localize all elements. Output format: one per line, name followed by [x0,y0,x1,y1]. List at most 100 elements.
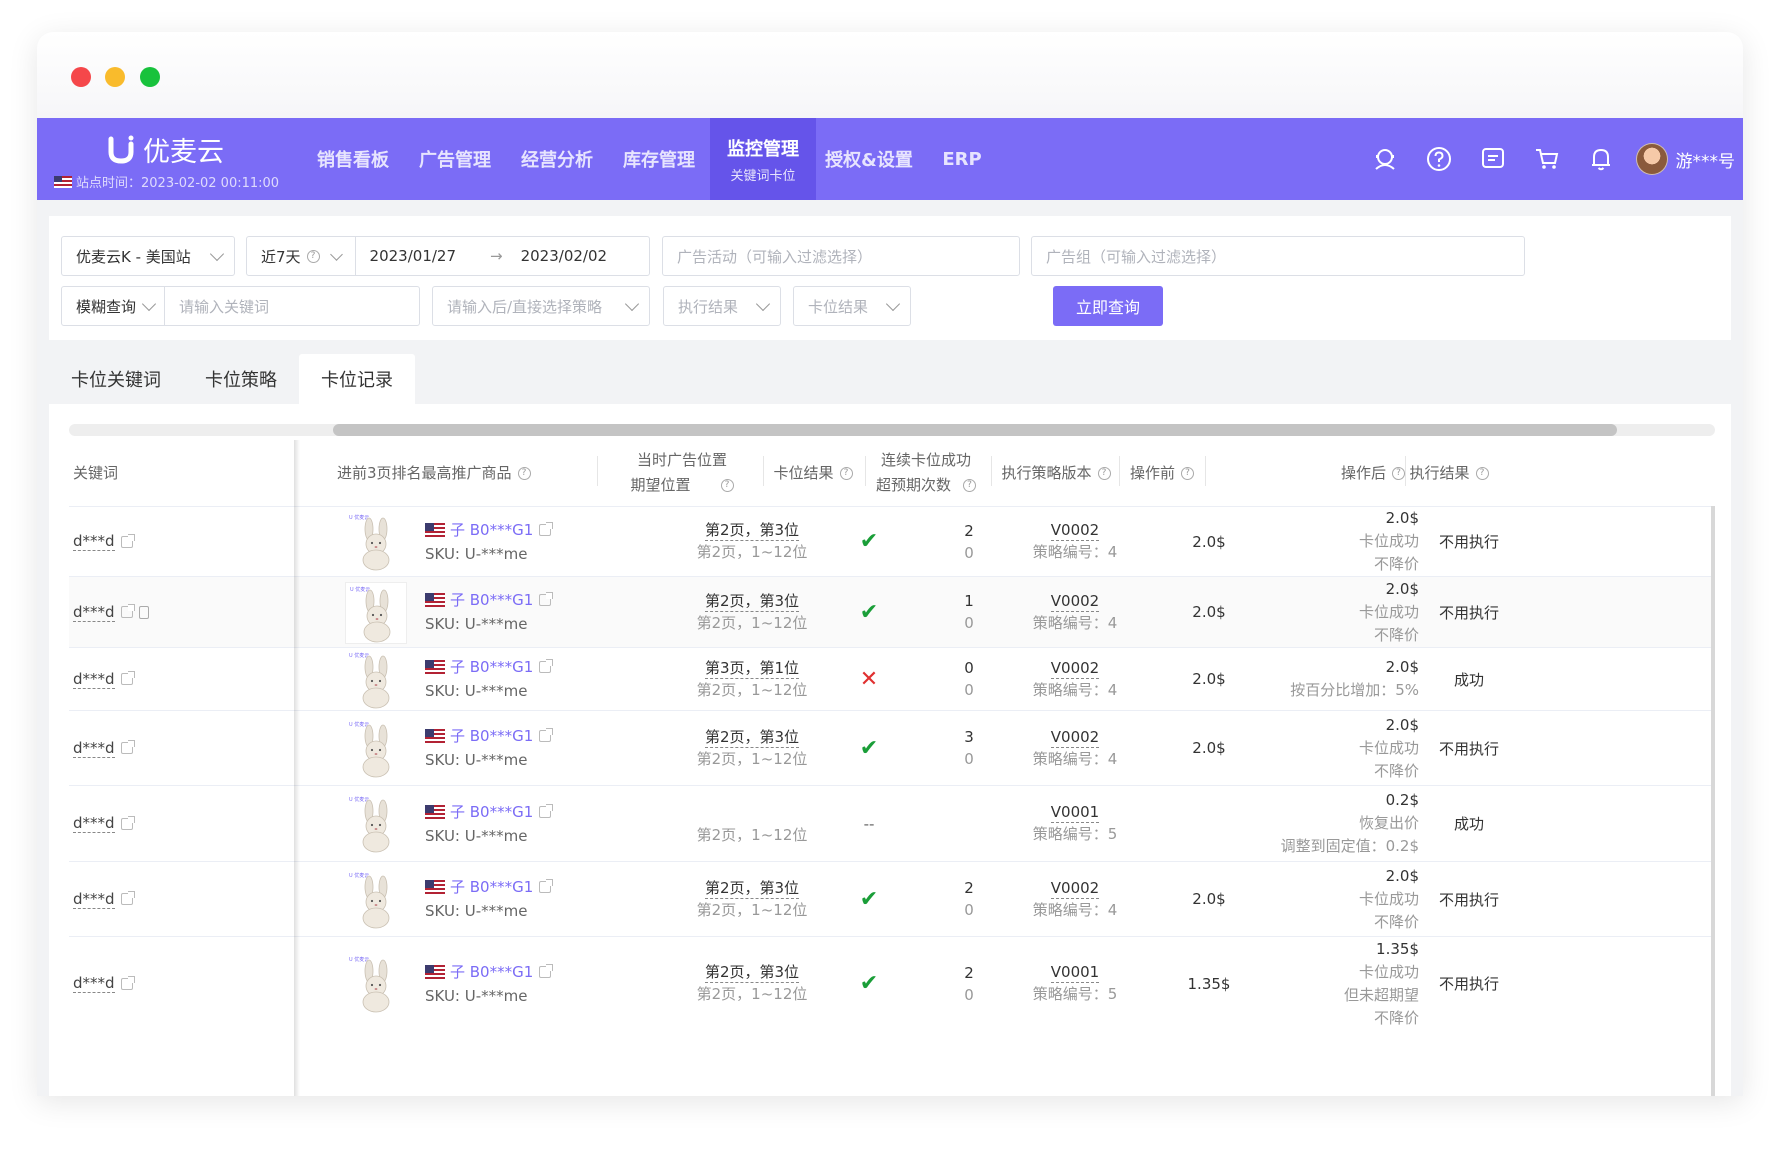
external-link-icon[interactable] [120,975,135,990]
search-button[interactable]: 立即查询 [1053,286,1163,326]
external-link-icon[interactable] [539,728,554,742]
strategy-version-link[interactable]: V0002 [1050,727,1100,748]
external-link-icon[interactable] [539,803,554,818]
rank-result-placeholder: 卡位结果 [808,297,869,316]
vertical-scrollbar[interactable] [1711,506,1715,1096]
table-row[interactable]: d***d U 优麦云子 B0***G1 SKU: U-***me 第2页，1~12位… [69,785,1715,861]
product-image[interactable]: U 优麦云 [345,793,407,855]
asin-link[interactable]: 子 B0***G1 [450,875,533,899]
copy-icon[interactable] [138,605,149,619]
cart-icon[interactable] [1532,144,1562,174]
bell-icon[interactable] [1586,144,1616,174]
col-keyword: 关键词 [73,463,119,482]
scrollbar-thumb[interactable] [333,424,1617,436]
nav-item-1[interactable]: 广告管理 [404,118,506,200]
maximize-window-button[interactable] [140,67,160,87]
keyword-text[interactable]: d***d [73,890,115,909]
result-success-icon: ✔ [859,971,879,996]
external-link-icon[interactable] [539,963,554,978]
product-image[interactable]: U 优麦云 [345,869,407,931]
strategy-version-link[interactable]: V0002 [1050,658,1100,679]
asin-link[interactable]: 子 B0***G1 [450,518,533,542]
strategy-version-link[interactable]: V0002 [1050,878,1100,899]
product-image[interactable]: U 优麦云 [345,649,407,711]
tab-2[interactable]: 卡位记录 [299,354,415,404]
username[interactable]: 游***号 [1676,147,1736,172]
keyword-text[interactable]: d***d [73,974,115,993]
strategy-number: 策略编号：4 [1032,613,1118,632]
exec-result-select[interactable]: 执行结果 [663,286,781,326]
external-link-icon[interactable] [539,879,554,893]
external-link-icon[interactable] [120,891,135,905]
strategy-version-link[interactable]: V0002 [1050,591,1100,612]
arrow-right-icon: → [490,247,503,265]
product-image[interactable]: U 优麦云 [345,718,407,780]
asin-link[interactable]: 子 B0***G1 [450,655,533,679]
after-cell: 2.0$ 按百分比增加：5% [1229,648,1419,710]
table-row[interactable]: d***d U 优麦云 子 B0***G1 SKU: U-***me 第3页，第1位 第2… [69,647,1715,711]
horizontal-scrollbar[interactable] [69,424,1715,436]
date-start[interactable]: 2023/01/27 [370,247,456,265]
version-cell: V0002 策略编号：4 [1019,711,1131,785]
external-link-icon[interactable] [120,604,135,618]
user-service-icon[interactable] [1370,144,1400,174]
keyword-text[interactable]: d***d [73,670,115,689]
asin-link[interactable]: 子 B0***G1 [450,588,533,612]
external-link-icon[interactable] [539,592,554,606]
asin-link[interactable]: 子 B0***G1 [450,960,533,984]
nav-item-2[interactable]: 经营分析 [506,118,608,200]
keyword-text[interactable]: d***d [73,814,115,833]
strategy-version-link[interactable]: V0002 [1050,520,1100,541]
close-window-button[interactable] [71,67,91,87]
nav-item-0[interactable]: 销售看板 [302,118,404,200]
campaign-select[interactable]: 广告活动（可输入过滤选择） [662,236,1020,276]
svg-text:U 优麦云: U 优麦云 [349,956,369,963]
rank-result-select[interactable]: 卡位结果 [793,286,911,326]
tab-1[interactable]: 卡位策略 [183,354,299,404]
keyword-input[interactable]: 请输入关键词 [164,286,420,326]
svg-text:U 优麦云: U 优麦云 [349,796,369,803]
table-row[interactable]: d***d U 优麦云子 B0***G1 SKU: U-***me 第2页，第3位 第2… [69,936,1715,1030]
external-link-icon[interactable] [539,521,554,536]
fixed-column-shadow [294,440,300,1096]
external-link-icon[interactable] [120,815,135,830]
asin-link[interactable]: 子 B0***G1 [450,800,533,824]
date-range-picker[interactable]: 近7天 ? 2023/01/27 → 2023/02/02 [246,236,650,276]
main-nav: 销售看板 广告管理 经营分析 库存管理 监控管理 关键词卡位 授权&设置 ERP [302,118,1002,200]
help-icon[interactable] [1424,144,1454,174]
expected-position: 第2页，1~12位 [696,613,808,632]
asin-link[interactable]: 子 B0***G1 [450,724,533,748]
brand[interactable]: 优麦云 [107,130,224,169]
avatar[interactable] [1635,143,1668,175]
keyword-text[interactable]: d***d [73,739,115,758]
date-end[interactable]: 2023/02/02 [521,247,607,265]
nav-item-label: 销售看板 [317,150,389,171]
table-row[interactable]: d***d U 优麦云子 B0***G1 SKU: U-***me 第2页，第3位 第2… [69,506,1715,576]
strategy-version-link[interactable]: V0001 [1050,802,1100,823]
tab-0[interactable]: 卡位关键词 [49,354,183,404]
external-link-icon[interactable] [120,740,135,754]
external-link-icon[interactable] [120,533,135,548]
period-select-value[interactable]: 近7天 [261,246,301,267]
table-row[interactable]: d***d U 优麦云子 B0***G1 SKU: U-***me 第2页，第3位 第2… [69,576,1715,647]
adgroup-select[interactable]: 广告组（可输入过滤选择） [1031,236,1525,276]
nav-item-5[interactable]: 授权&设置 [816,118,922,200]
product-image[interactable]: U 优麦云 [345,582,407,644]
message-icon[interactable] [1478,144,1508,174]
match-mode-select[interactable]: 模糊查询 [61,286,165,326]
external-link-icon[interactable] [539,659,554,673]
minimize-window-button[interactable] [105,67,125,87]
keyword-text[interactable]: d***d [73,532,115,551]
table-row[interactable]: d***d U 优麦云子 B0***G1 SKU: U-***me 第2页，第3位 第2… [69,861,1715,936]
table-row[interactable]: d***d U 优麦云子 B0***G1 SKU: U-***me 第2页，第3位 第2… [69,710,1715,785]
nav-item-4[interactable]: 监控管理 关键词卡位 [710,118,816,200]
product-image[interactable]: U 优麦云 [345,511,407,573]
nav-item-6[interactable]: ERP [922,118,1002,200]
product-image[interactable]: U 优麦云 [345,953,407,1015]
keyword-text[interactable]: d***d [73,603,115,622]
external-link-icon[interactable] [120,671,135,685]
strategy-version-link[interactable]: V0001 [1050,962,1100,983]
shop-select[interactable]: 优麦云K - 美国站 [61,236,235,276]
strategy-select[interactable]: 请输入后/直接选择策略 [432,286,650,326]
nav-item-3[interactable]: 库存管理 [608,118,710,200]
